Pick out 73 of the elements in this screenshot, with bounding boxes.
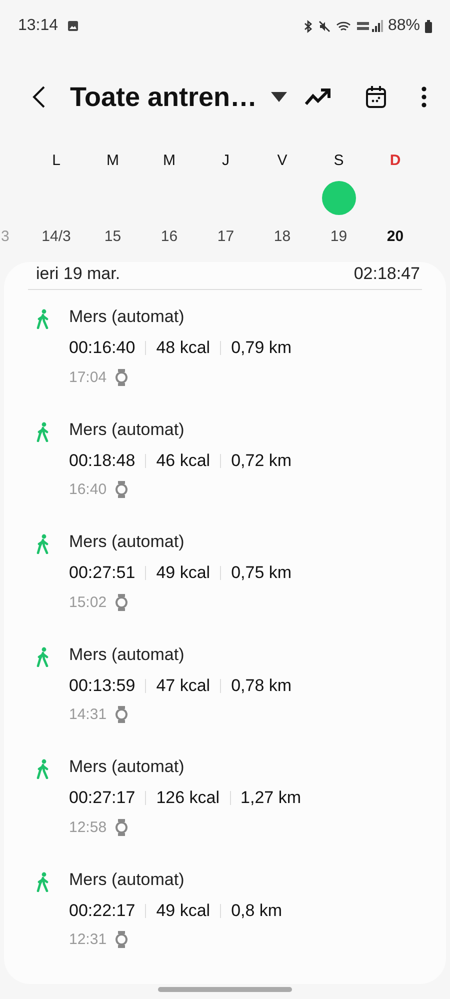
workout-duration: 00:22:17 bbox=[69, 900, 136, 920]
more-options-icon bbox=[421, 86, 427, 108]
workout-time: 16:40 bbox=[69, 481, 107, 498]
workout-name[interactable]: Mers (automat) bbox=[69, 420, 292, 446]
trend-icon bbox=[304, 87, 332, 107]
workout-duration: 00:27:17 bbox=[69, 788, 136, 808]
workout-calories: 49 kcal bbox=[156, 563, 210, 583]
workout-calories: 126 kcal bbox=[156, 788, 220, 808]
date-button[interactable]: 18 bbox=[274, 228, 291, 244]
battery-icon bbox=[425, 20, 432, 32]
status-time: 13:14 bbox=[18, 17, 58, 35]
workout-time: 14:31 bbox=[69, 706, 107, 723]
walking-icon bbox=[36, 309, 50, 329]
workout-calories: 47 kcal bbox=[156, 676, 210, 696]
workout-duration: 00:27:51 bbox=[69, 563, 136, 583]
workout-name[interactable]: Mers (automat) bbox=[69, 870, 282, 896]
workout-distance: 0,8 km bbox=[231, 900, 282, 920]
workout-name[interactable]: Mers (automat) bbox=[69, 532, 292, 559]
walking-icon bbox=[36, 872, 50, 892]
walking-icon bbox=[36, 646, 50, 666]
date-button[interactable]: 15 bbox=[104, 228, 122, 244]
workout-name[interactable]: Mers (automat) bbox=[69, 644, 292, 672]
weekday-label: M bbox=[106, 152, 119, 168]
workout-name[interactable]: Mers (automat) bbox=[69, 307, 292, 334]
workout-filter-dropdown[interactable]: Toate antren… bbox=[70, 82, 298, 112]
workout-distance: 0,79 km bbox=[231, 338, 292, 358]
watch-icon bbox=[114, 931, 128, 948]
workout-calories: 49 kcal bbox=[156, 900, 210, 920]
weekday-label: V bbox=[277, 152, 288, 168]
bluetooth-icon bbox=[302, 20, 313, 32]
workout-name[interactable]: Mers (automat) bbox=[69, 757, 301, 784]
workout-duration: 00:13:59 bbox=[69, 676, 136, 696]
workout-time: 17:04 bbox=[69, 368, 107, 386]
battery-percent: 88% bbox=[388, 17, 420, 35]
watch-icon bbox=[114, 706, 128, 723]
image-icon bbox=[67, 20, 80, 32]
workout-distance: 0,72 km bbox=[231, 450, 292, 470]
weekday-label: L bbox=[52, 152, 60, 168]
date-label: 3 bbox=[1, 228, 10, 245]
back-icon bbox=[32, 85, 46, 109]
date-button[interactable]: 16 bbox=[160, 228, 178, 244]
date-button[interactable]: 17 bbox=[217, 228, 234, 244]
weekday-label: S bbox=[334, 152, 344, 168]
workout-time: 12:58 bbox=[69, 818, 107, 836]
workout-distance: 1,27 km bbox=[240, 788, 301, 808]
date-button[interactable]: 20 bbox=[386, 228, 404, 244]
watch-icon bbox=[114, 818, 128, 836]
workout-duration: 00:18:48 bbox=[69, 450, 136, 470]
day-date: ieri 19 mar. bbox=[36, 264, 120, 284]
weekday-label: J bbox=[222, 152, 230, 168]
day-total-duration: 02:18:47 bbox=[354, 264, 420, 284]
weekday-label: M bbox=[163, 152, 176, 168]
workout-time: 15:02 bbox=[69, 594, 107, 610]
watch-icon bbox=[114, 481, 128, 498]
walking-icon bbox=[36, 759, 50, 779]
wifi-icon bbox=[336, 20, 352, 32]
mute-icon bbox=[318, 20, 331, 32]
dropdown-caret-icon bbox=[271, 92, 288, 102]
workout-calories: 46 kcal bbox=[156, 450, 210, 470]
date-button[interactable]: 14/3 bbox=[42, 228, 71, 244]
workout-duration: 00:16:40 bbox=[69, 338, 136, 358]
walking-icon bbox=[36, 422, 50, 442]
workout-distance: 0,78 km bbox=[231, 676, 292, 696]
lte-signal-icon bbox=[356, 20, 383, 32]
walking-icon bbox=[36, 534, 50, 554]
watch-icon bbox=[114, 368, 128, 386]
calendar-icon bbox=[365, 85, 387, 109]
weekday-label: D bbox=[390, 152, 401, 168]
date-button[interactable]: 19 bbox=[330, 228, 348, 244]
workout-time: 12:31 bbox=[69, 931, 107, 948]
workout-calories: 48 kcal bbox=[156, 338, 210, 358]
watch-icon bbox=[114, 594, 128, 610]
workout-distance: 0,75 km bbox=[231, 563, 292, 583]
